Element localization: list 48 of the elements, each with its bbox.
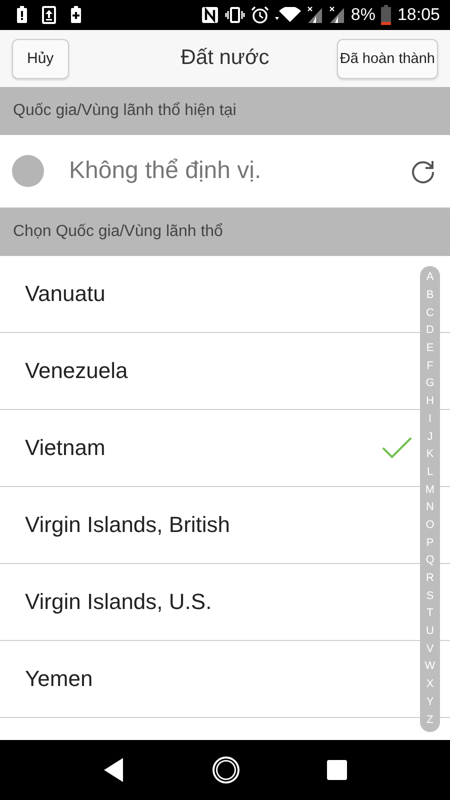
index-letter[interactable]: W [424, 661, 436, 672]
cancel-button[interactable]: Hủy [12, 38, 69, 78]
index-letter[interactable]: Y [426, 696, 434, 708]
index-letter[interactable]: I [428, 414, 432, 425]
index-letter[interactable]: M [425, 484, 435, 496]
index-letter[interactable]: F [426, 360, 434, 372]
location-status: Không thể định vị. [69, 157, 262, 185]
signal-icon [306, 6, 323, 24]
index-letter[interactable]: A [426, 272, 434, 284]
battery-charging-icon [70, 6, 82, 24]
index-letter[interactable]: X [426, 679, 434, 690]
done-button[interactable]: Đã hoàn thành [336, 38, 438, 78]
index-letter[interactable]: C [426, 308, 434, 319]
index-letter[interactable]: G [426, 378, 434, 390]
index-letter[interactable]: U [426, 626, 434, 638]
index-letter[interactable]: V [426, 644, 434, 655]
index-letter[interactable]: Q [426, 555, 434, 566]
index-letter[interactable]: H [426, 396, 434, 408]
index-letter[interactable]: E [426, 343, 434, 354]
index-letter[interactable]: B [426, 290, 434, 302]
alarm-icon [250, 6, 269, 24]
clock-time: 18:05 [397, 5, 440, 25]
vibrate-icon [224, 7, 245, 23]
section-header: Chọn Quốc gia/Vùng lãnh thổ [0, 208, 450, 256]
index-letter[interactable]: J [427, 432, 433, 443]
section-header: Quốc gia/Vùng lãnh thổ hiện tại [0, 87, 450, 135]
upload-icon [42, 6, 56, 24]
index-letter[interactable]: O [426, 520, 434, 531]
refresh-icon[interactable] [410, 158, 436, 184]
index-letter[interactable]: R [426, 573, 434, 584]
recents-icon[interactable] [326, 760, 347, 780]
location-dot-icon [12, 155, 44, 187]
back-icon[interactable] [103, 757, 126, 783]
index-letter[interactable]: L [426, 466, 434, 478]
battery-percent: 8% [350, 5, 376, 25]
index-letter[interactable]: T [426, 608, 434, 620]
battery-low-icon [381, 5, 392, 25]
index-letter[interactable]: P [426, 538, 434, 549]
index-letter[interactable]: S [426, 590, 434, 602]
wifi-icon [274, 7, 301, 23]
index-letter[interactable]: N [426, 502, 434, 514]
alphabet-index[interactable]: A B C D E F G H I J K L M N O P Q R S T U V W X Y Z [420, 266, 440, 732]
signal-icon [328, 6, 345, 24]
page-title: Đất nước [180, 46, 270, 70]
home-icon[interactable] [212, 756, 240, 784]
battery-alert-icon [16, 6, 28, 24]
index-letter[interactable]: K [426, 449, 434, 460]
nfc-icon [200, 6, 219, 24]
